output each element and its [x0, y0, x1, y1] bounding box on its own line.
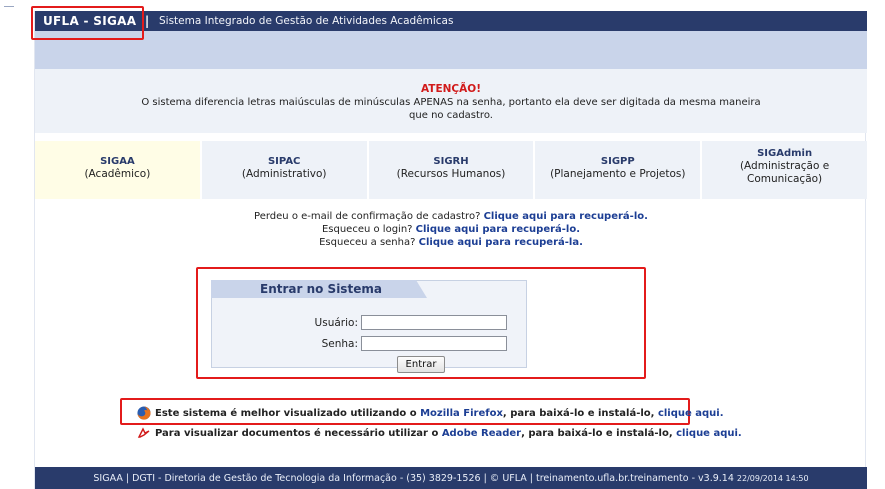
firefox-note: Este sistema é melhor visualizado utiliz…: [137, 406, 724, 420]
recover-login-text: Esqueceu o login?: [321, 224, 413, 235]
pdf-note: Para visualizar documentos é necessário …: [137, 427, 742, 439]
system-name-sigaa: SIGAA: [100, 156, 135, 167]
system-name-sipac: SIPAC: [267, 156, 301, 167]
password-label: Senha:: [321, 337, 358, 350]
pdf-note-text: Para visualizar documentos é necessário …: [155, 427, 439, 439]
system-name-sigpp: SIGPP: [600, 156, 635, 167]
footer-timestamp: 22/09/2014 14:50: [736, 473, 809, 483]
login-submit-button[interactable]: Entrar: [397, 356, 445, 373]
recover-login-line: Esqueceu o login? Clique aqui para recup…: [35, 223, 867, 236]
systems-bar: SIGAA (Acadêmico) SIPAC (Administrativo)…: [35, 141, 867, 199]
recover-login-link[interactable]: Clique aqui para recuperá-lo.: [416, 224, 580, 235]
firefox-note-mid: , para baixá-lo e instalá-lo,: [502, 407, 655, 419]
system-tab-sipac[interactable]: SIPAC (Administrativo): [201, 141, 369, 199]
system-desc-sigrh: (Recursos Humanos): [396, 168, 506, 180]
system-desc-sigadmin: (Administração e Comunicação): [739, 160, 830, 185]
footer-bar: SIGAA | DGTI - Diretoria de Gestão de Te…: [35, 467, 867, 489]
notice-title: ATENÇÃO!: [421, 83, 481, 95]
pdf-note-mid: , para baixá-lo e instalá-lo,: [521, 427, 673, 439]
window-tab-mark: [4, 6, 14, 10]
firefox-note-text: Este sistema é melhor visualizado utiliz…: [155, 407, 417, 419]
firefox-download-link[interactable]: clique aqui.: [658, 408, 724, 419]
system-name-sigadmin: SIGAdmin: [757, 148, 813, 159]
recover-password-text: Esqueceu a senha?: [319, 237, 416, 248]
system-desc-sigpp: (Planejamento e Projetos): [550, 168, 686, 180]
adobe-reader-link[interactable]: Adobe Reader: [442, 428, 521, 439]
brand-highlight-frame: [31, 6, 144, 40]
username-input[interactable]: [361, 315, 507, 330]
system-name: Sistema Integrado de Gestão de Atividade…: [159, 15, 454, 27]
username-row: Usuário:: [212, 315, 528, 330]
system-name-sigrh: SIGRH: [433, 156, 469, 167]
header-band: [35, 31, 867, 69]
recover-password-line: Esqueceu a senha? Clique aqui para recup…: [35, 236, 867, 249]
pdf-icon: [137, 427, 150, 438]
window-left-edge: [0, 0, 30, 489]
password-row: Senha:: [212, 336, 528, 351]
recover-email-link[interactable]: Clique aqui para recuperá-lo.: [484, 211, 648, 222]
system-tab-sigaa[interactable]: SIGAA (Acadêmico): [35, 141, 202, 199]
firefox-link[interactable]: Mozilla Firefox: [420, 408, 503, 419]
recover-email-line: Perdeu o e-mail de confirmação de cadast…: [35, 210, 867, 223]
adobe-download-link[interactable]: clique aqui.: [676, 428, 742, 439]
username-label: Usuário:: [314, 316, 358, 329]
system-desc-sigaa: (Acadêmico): [84, 168, 151, 180]
notice-text: O sistema diferencia letras maiúsculas d…: [141, 97, 761, 121]
login-form: Entrar no Sistema Usuário: Senha: Entrar: [211, 280, 528, 373]
login-title: Entrar no Sistema: [260, 282, 382, 296]
recover-email-text: Perdeu o e-mail de confirmação de cadast…: [254, 211, 481, 222]
recover-password-link[interactable]: Clique aqui para recuperá-la.: [419, 237, 583, 248]
brand-separator: |: [144, 14, 150, 28]
system-desc-sipac: (Administrativo): [241, 168, 327, 180]
header-bar: UFLA - SIGAA | Sistema Integrado de Gest…: [35, 11, 867, 31]
recovery-links: Perdeu o e-mail de confirmação de cadast…: [35, 210, 867, 249]
system-tab-sigadmin[interactable]: SIGAdmin (Administração e Comunicação): [702, 141, 867, 199]
password-input[interactable]: [361, 336, 507, 351]
firefox-icon: [137, 406, 151, 420]
footer-text: SIGAA | DGTI - Diretoria de Gestão de Te…: [93, 472, 734, 484]
system-tab-sigpp[interactable]: SIGPP (Planejamento e Projetos): [535, 141, 703, 199]
warning-notice: ATENÇÃO! O sistema diferencia letras mai…: [35, 69, 867, 133]
system-tab-sigrh[interactable]: SIGRH (Recursos Humanos): [368, 141, 536, 199]
